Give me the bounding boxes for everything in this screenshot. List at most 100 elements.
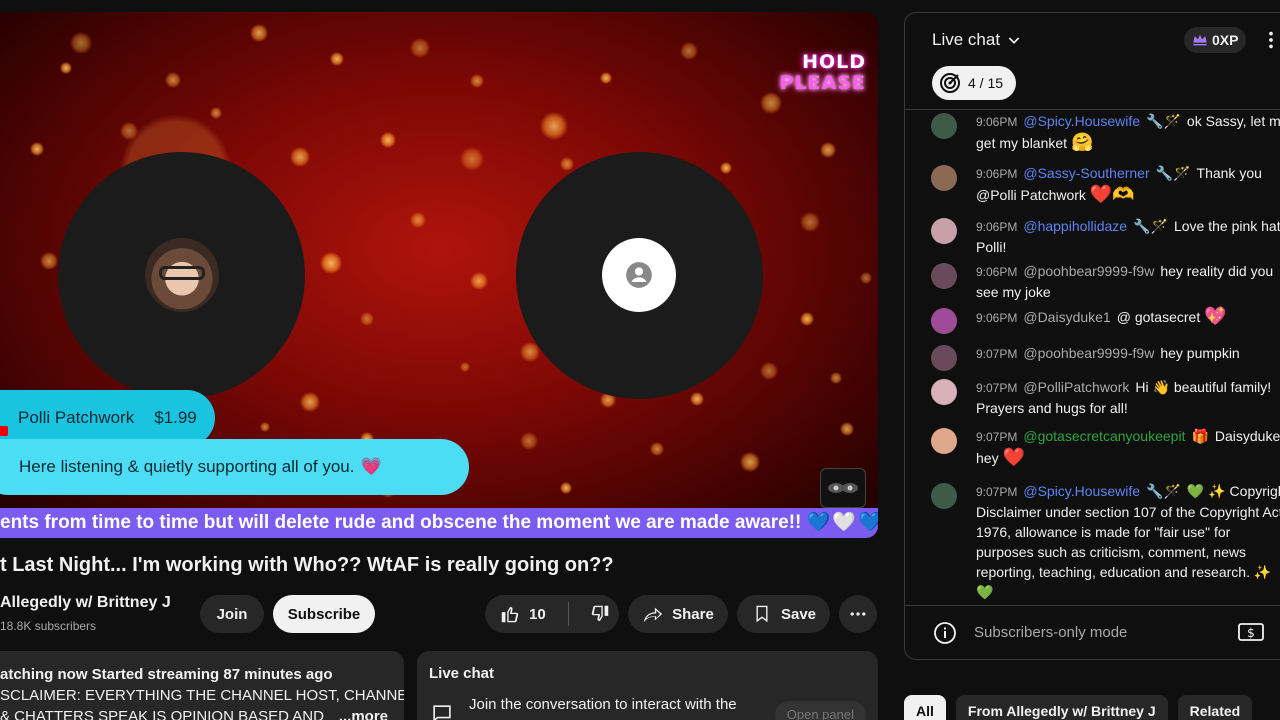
message-timestamp: 9:06PM [976,220,1018,234]
message-author[interactable]: @poohbear9999-f9w [1023,345,1154,361]
info-icon[interactable] [933,621,957,645]
author-avatar[interactable] [931,113,957,139]
chat-message-body: 9:06PM @poohbear9999-f9w hey reality did y… [976,261,1280,302]
chat-message-body: 9:07PM @poohbear9999-f9w hey pumpkin [976,343,1280,364]
live-chat-mode-dropdown[interactable]: Live chat [932,30,1022,50]
description-line-1: SCLAIMER: EVERYTHING THE CHANNEL HOST, C… [0,687,404,704]
bokeh-light [720,162,732,174]
more-horizontal-icon [850,612,866,616]
share-button[interactable]: Share [628,595,728,633]
bokeh-light [70,32,92,54]
author-avatar[interactable] [931,165,957,191]
message-author[interactable]: @gotasecretcanyoukeepit [1023,428,1185,444]
chat-message[interactable]: 9:06PM @Sassy-Southerner 🔧🪄 Thank you @Poll… [931,163,1280,205]
super-chat-dollar-icon[interactable]: $ [1238,622,1264,644]
live-chat-promo: Live chat Join the conversation to inter… [417,651,878,720]
message-author[interactable]: @Daisyduke1 [1023,309,1110,325]
superchat-message: Here listening & quietly supporting all … [0,439,469,495]
message-emoji: 🤗 [1071,132,1094,152]
chat-message[interactable]: 9:07PM @Spicy.Housewife 🔧🪄 💚 ✨ Copyright Di… [931,481,1280,602]
chat-message[interactable]: 9:06PM @Spicy.Housewife 🔧🪄 ok Sassy, let me… [931,111,1280,153]
chat-message[interactable]: 9:06PM @poohbear9999-f9w hey reality did y… [931,261,1280,302]
message-author[interactable]: @Sassy-Southerner [1023,165,1149,181]
bokeh-light [600,72,612,84]
chat-message[interactable]: 9:07PM @poohbear9999-f9w hey pumpkin [931,343,1280,371]
thumbs-down-icon [591,605,608,621]
filter-chip[interactable]: All [904,695,946,720]
subscriber-count: 18.8K subscribers [0,619,97,633]
save-button[interactable]: Save [737,595,830,633]
live-chat-title: Live chat [932,30,1001,49]
bokeh-light [680,42,698,60]
author-avatar[interactable] [931,218,957,244]
join-button[interactable]: Join [200,595,264,633]
live-chat-footer: Subscribers-only mode $ [905,605,1280,659]
message-author[interactable]: @Spicy.Housewife [1023,483,1140,499]
bokeh-light [520,432,538,450]
ticker-text: ents from time to time but will delete r… [0,512,802,533]
more-actions-button[interactable] [839,595,877,633]
chevron-down-icon [1008,37,1020,44]
chat-message-body: 9:06PM @Daisyduke1 @ gotasecret 💖 [976,306,1280,328]
live-chat-panel: Live chat 0XP 4 / 15 9:06PM @Spicy.Housew… [904,12,1280,660]
author-avatar[interactable] [931,483,957,509]
bokeh-light [760,92,782,114]
xp-value: 0XP [1212,32,1239,48]
xp-badge[interactable]: 0XP [1184,27,1247,53]
bokeh-light [820,142,836,158]
message-timestamp: 9:06PM [976,265,1018,279]
author-badges-icon: 🎁 [1191,428,1209,444]
filter-chip[interactable]: From Allegedly w/ Brittney J [955,695,1168,720]
subscribe-label: Subscribe [287,605,361,623]
chat-message[interactable]: 9:07PM @PolliPatchwork Hi 👋 beautiful fami… [931,377,1280,418]
chat-message[interactable]: 9:06PM @Daisyduke1 @ gotasecret 💖 [931,306,1280,334]
like-count: 10 [529,605,546,623]
bokeh-light [290,147,310,167]
bokeh-light [560,157,574,171]
superchat-amount: $1.99 [154,408,197,427]
author-avatar[interactable] [931,308,957,334]
chat-message[interactable]: 9:06PM @happihollidaze 🔧🪄 Love the pink hat… [931,216,1280,257]
message-author[interactable]: @Spicy.Housewife [1023,113,1140,129]
message-author[interactable]: @poohbear9999-f9w [1023,263,1154,279]
bokeh-light [250,24,268,42]
filter-chip[interactable]: Related [1177,695,1253,720]
dislike-button[interactable] [589,603,611,625]
join-label: Join [216,605,248,623]
bokeh-light [40,252,58,270]
chat-message-body: 9:07PM @gotasecretcanyoukeepit 🎁 Daisyduke … [976,426,1280,468]
bokeh-light [840,422,854,436]
description-box[interactable]: atching now Started streaming 87 minutes… [0,651,404,720]
subscribe-button[interactable]: Subscribe [273,595,375,633]
bokeh-light [470,272,488,290]
chat-message[interactable]: 9:07PM @gotasecretcanyoukeepit 🎁 Daisyduke … [931,426,1280,468]
message-text: 💚 ✨ Copyright Disclaimer under section 1… [976,483,1280,600]
message-timestamp: 9:07PM [976,381,1018,395]
thumbs-up-icon [501,607,519,623]
chat-message-list[interactable]: 9:06PM @Spicy.Housewife 🔧🪄 ok Sassy, let me… [905,111,1280,605]
author-avatar[interactable] [931,345,957,371]
ticker-hearts: 💙🤍💙🤍 [806,512,878,533]
author-avatar[interactable] [931,263,957,289]
bokeh-light [380,132,396,148]
scrolling-ticker: ents from time to time but will delete r… [0,508,878,538]
description-more-link[interactable]: ...more [326,706,388,720]
bokeh-light [410,212,426,228]
message-author[interactable]: @happihollidaze [1023,218,1127,234]
like-button[interactable]: 10 [499,603,546,625]
bokeh-light [30,142,44,156]
message-author[interactable]: @PolliPatchwork [1023,379,1129,395]
channel-name[interactable]: Allegedly w/ Brittney J [0,594,171,612]
more-vertical-icon[interactable] [1260,29,1280,51]
live-chat-promo-text: Join the conversation to interact with t… [469,696,737,713]
open-panel-button[interactable]: Open panel [774,701,866,720]
author-avatar[interactable] [931,428,957,454]
bokeh-light [830,372,842,384]
author-badges-icon: 🔧🪄 [1146,483,1181,499]
author-avatar[interactable] [931,379,957,405]
message-text: hey pumpkin [1160,345,1240,361]
chat-message-body: 9:07PM @Spicy.Housewife 🔧🪄 💚 ✨ Copyright Di… [976,481,1280,602]
bokeh-light [60,62,72,74]
video-player[interactable]: HOLD PLEASE Polli Patchwork $1.99 Here l… [0,12,878,538]
goal-progress-chip[interactable]: 4 / 15 [932,66,1016,100]
